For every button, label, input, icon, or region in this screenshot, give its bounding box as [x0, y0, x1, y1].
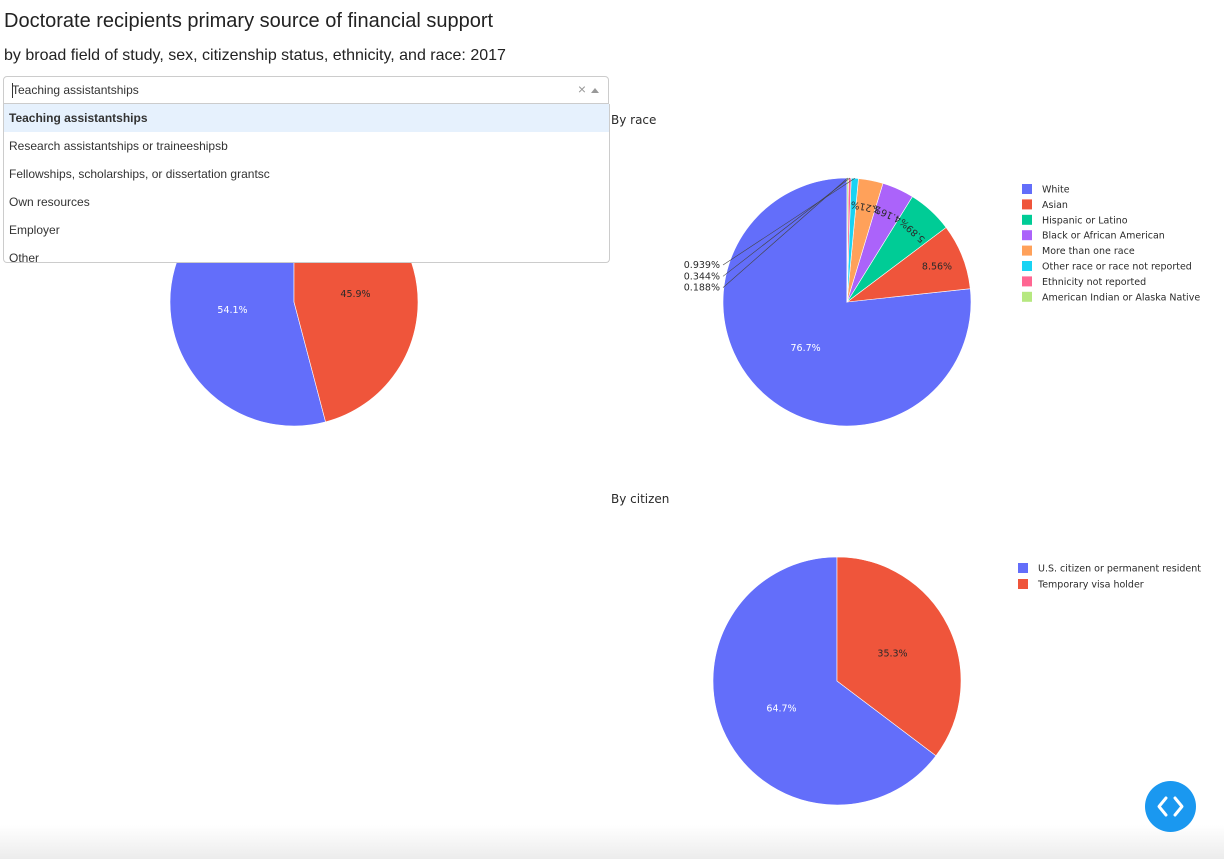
slice-label: 54.1%: [217, 305, 247, 316]
code-toggle-button[interactable]: [1145, 781, 1196, 832]
legend-label: Temporary visa holder: [1037, 580, 1144, 591]
clear-icon[interactable]: ×: [578, 81, 586, 97]
slice-label: 8.56%: [922, 262, 952, 273]
dropdown-option[interactable]: Own resources: [4, 188, 609, 216]
chevron-up-icon[interactable]: [591, 88, 599, 93]
slice-label: 0.939%: [684, 260, 720, 271]
dropdown-option[interactable]: Employer: [4, 216, 609, 244]
legend-swatch: [1022, 276, 1032, 287]
dropdown-option[interactable]: Other: [4, 244, 609, 262]
dropdown-option[interactable]: Research assistantships or traineeshipsb: [4, 132, 609, 160]
legend-label: U.S. citizen or permanent resident: [1038, 564, 1201, 575]
slice-label: 35.3%: [877, 648, 907, 659]
legend-swatch: [1022, 291, 1032, 302]
legend-swatch: [1022, 199, 1032, 210]
legend-swatch: [1022, 261, 1032, 271]
slice-label: 0.344%: [684, 271, 720, 282]
legend-label: More than one race: [1042, 246, 1135, 257]
slice-label: 76.7%: [791, 343, 821, 354]
dropdown-option[interactable]: Fellowships, scholarships, or dissertati…: [4, 160, 609, 188]
legend-swatch: [1022, 214, 1032, 225]
legend-swatch: [1022, 245, 1032, 256]
legend-label: Hispanic or Latino: [1042, 215, 1128, 226]
dropdown-value: Teaching assistantships: [12, 83, 139, 97]
legend-label: White: [1042, 185, 1070, 196]
support-source-dropdown[interactable]: Teaching assistantships ×: [3, 76, 609, 104]
legend-swatch: [1022, 184, 1032, 194]
dropdown-menu: Teaching assistantships Research assista…: [3, 104, 610, 263]
legend-label: Black or African American: [1042, 231, 1165, 242]
legend-swatch: [1018, 579, 1028, 589]
legend-label: Asian: [1042, 200, 1068, 211]
slice-label: 0.188%: [684, 283, 720, 294]
chart-title: By citizen: [611, 492, 669, 506]
legend-swatch: [1022, 230, 1032, 241]
dropdown-option[interactable]: Teaching assistantships: [4, 104, 609, 132]
slice-label: 64.7%: [766, 704, 796, 715]
legend-label: Other race or race not reported: [1042, 262, 1192, 273]
chart-title: By race: [611, 113, 656, 127]
legend-swatch: [1018, 563, 1028, 573]
legend-label: American Indian or Alaska Native: [1042, 292, 1200, 303]
bottom-shade: [0, 825, 1224, 859]
slice-label: 45.9%: [340, 289, 370, 300]
code-icon: [1157, 796, 1184, 817]
legend-label: Ethnicity not reported: [1042, 277, 1146, 288]
